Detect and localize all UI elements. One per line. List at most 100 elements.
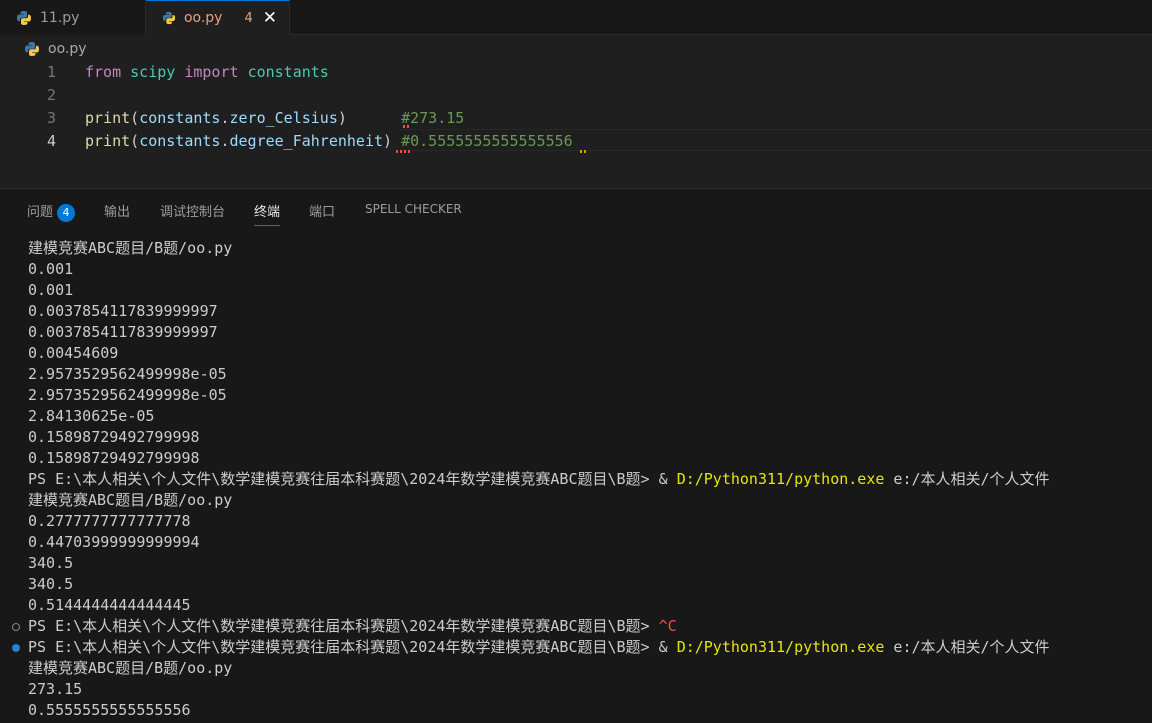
terminal-text: 2.9573529562499998e-05 [28,386,227,404]
code-token: from [85,63,122,81]
close-icon[interactable]: ✕ [263,8,277,28]
code-token: constants [247,63,329,81]
code-token: scipy [130,63,176,81]
code-editor[interactable]: 1 from scipy import constants 2 3 print(cons… [0,61,1152,187]
terminal-line: 340.5 [28,574,73,595]
terminal-text: PS E:\本人相关\个人文件\数学建模竞赛往届本科赛题\2024年数学建模竞赛… [28,638,677,656]
code-token: zero_Celsius [229,109,338,127]
tab-label: 11.py [40,9,80,26]
tab-oo-py[interactable]: oo.py 4 ✕ [146,0,290,35]
code-token: #0.5555555555555556 [401,132,573,150]
terminal-line: 建模竞赛ABC题目/B题/oo.py [28,238,232,259]
bottom-panel: 问题 4 输出 调试控制台 终端 端口 SPELL CHECKER 建模竞赛ABC… [0,188,1152,723]
terminal-line: 340.5 [28,553,73,574]
error-squiggle [403,125,411,128]
code-token: ) [337,109,347,127]
tab-label: SPELL CHECKER [365,202,462,216]
tab-ports[interactable]: 端口 [309,201,335,220]
terminal-text: 0.0037854117839999997 [28,323,218,341]
terminal-line: 建模竞赛ABC题目/B题/oo.py [28,490,232,511]
command-dot-icon[interactable] [12,623,20,631]
terminal-text: 340.5 [28,575,74,593]
error-squiggle [396,150,412,153]
tab-debug-console[interactable]: 调试控制台 [160,201,225,220]
terminal-line: 0.0037854117839999997 [28,301,218,322]
code-token: constants [139,132,221,150]
terminal-line: 2.84130625e-05 [28,406,154,427]
tab-label: 输出 [104,205,131,220]
editor-tab-bar: 11.py oo.py 4 ✕ [0,0,1152,35]
code-line[interactable]: 4 print(constants.degree_Fahrenheit) #0.5… [0,130,1152,152]
terminal-line: 0.001 [28,259,73,280]
code-token: ( [130,109,140,127]
terminal-text: ^C [658,617,677,635]
python-file-icon [162,11,176,25]
tab-label: 端口 [309,205,336,220]
code-token: print [85,132,131,150]
terminal-line: 0.001 [28,280,73,301]
terminal-line: 0.44703999999999994 [28,532,200,553]
terminal-line: 0.00454609 [28,343,118,364]
line-number: 2 [46,86,56,104]
terminal-line: 建模竞赛ABC题目/B题/oo.py [28,658,232,679]
terminal-text: 273.15 [28,680,83,698]
tab-output[interactable]: 输出 [104,201,130,220]
terminal-text: 建模竞赛ABC题目/B题/oo.py [28,491,233,509]
code-line[interactable]: 1 from scipy import constants [0,61,1152,83]
terminal-line: 0.15898729492799998 [28,427,200,448]
tab-11-py[interactable]: 11.py [0,0,146,35]
tab-spell-checker[interactable]: SPELL CHECKER [365,202,462,216]
terminal-text: 建模竞赛ABC题目/B题/oo.py [28,239,233,257]
code-token: import [184,63,239,81]
problem-count-badge: 4 [244,10,253,26]
terminal-line: PS E:\本人相关\个人文件\数学建模竞赛往届本科赛题\2024年数学建模竞赛… [28,469,1050,490]
terminal-line: 2.9573529562499998e-05 [28,385,227,406]
terminal-line: 0.5555555555555556 [28,700,191,721]
line-number: 3 [46,109,56,127]
code-token: print [85,109,131,127]
code-token: . [220,109,230,127]
terminal-line: 0.2777777777777778 [28,511,191,532]
terminal-text: 0.2777777777777778 [28,512,191,530]
terminal-text: e:/本人相关/个人文件 [884,638,1050,656]
terminal-text: 建模竞赛ABC题目/B题/oo.py [28,659,233,677]
code-token: ( [130,132,140,150]
terminal-text: D:/Python311/python.exe [676,470,885,488]
tab-label: 调试控制台 [160,205,226,220]
code-token: degree_Fahrenheit [229,132,384,150]
tab-terminal[interactable]: 终端 [254,201,281,226]
line-number: 1 [46,63,56,81]
terminal-text: 0.44703999999999994 [28,533,200,551]
terminal-text: 2.9573529562499998e-05 [28,365,227,383]
problems-count-badge: 4 [57,203,76,222]
command-success-dot-icon[interactable] [12,644,20,652]
code-token: constants [139,109,221,127]
code-token: . [220,132,230,150]
code-token: ) [383,132,393,150]
terminal-text: 0.00454609 [28,344,119,362]
code-line[interactable]: 3 print(constants.zero_Celsius) #273.15 [0,107,1152,129]
terminal-text: 340.5 [28,554,74,572]
tab-label: 终端 [254,205,281,220]
terminal-line: 0.5144444444444445 [28,595,191,616]
tab-label: 问题 [27,205,54,220]
terminal-text: PS E:\本人相关\个人文件\数学建模竞赛往届本科赛题\2024年数学建模竞赛… [28,470,677,488]
line-number: 4 [46,132,56,150]
breadcrumb[interactable]: oo.py [24,39,87,59]
terminal-line: 0.15898729492799998 [28,448,200,469]
panel-tabs: 问题 4 输出 调试控制台 终端 端口 SPELL CHECKER [0,189,1152,229]
tab-problems[interactable]: 问题 4 [27,201,76,222]
terminal-text: 0.5555555555555556 [28,701,191,719]
warning-squiggle [580,150,586,153]
terminal-line: PS E:\本人相关\个人文件\数学建模竞赛往届本科赛题\2024年数学建模竞赛… [28,616,677,637]
code-line[interactable]: 2 [0,84,1152,106]
terminal-line: PS E:\本人相关\个人文件\数学建模竞赛往届本科赛题\2024年数学建模竞赛… [28,637,1050,658]
python-file-icon [25,42,39,56]
terminal-text: e:/本人相关/个人文件 [884,470,1050,488]
code-text: from scipy import constants [85,61,329,83]
code-text: print(constants.degree_Fahrenheit) #0.55… [85,130,573,152]
